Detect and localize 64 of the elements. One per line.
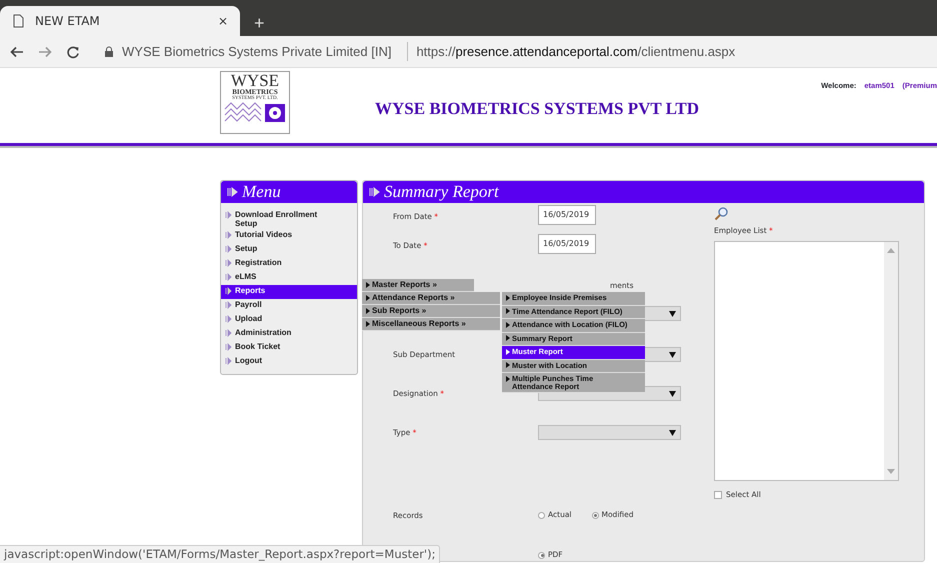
dropdown-arrow-icon	[669, 390, 676, 396]
dropdown-arrow-icon	[669, 430, 676, 436]
bullet-icon	[225, 315, 232, 323]
menu-item[interactable]: Logout	[221, 355, 357, 369]
bullet-icon	[506, 335, 510, 342]
menu-item[interactable]: Upload	[221, 313, 357, 327]
scroll-up-icon[interactable]	[887, 248, 895, 254]
bullet-icon	[227, 186, 238, 198]
menu-item[interactable]: Book Ticket	[221, 341, 357, 355]
new-tab-button[interactable]: +	[254, 14, 265, 32]
lock-icon	[104, 46, 114, 58]
flyout-menu-item[interactable]: Attendance Reports »	[362, 292, 500, 305]
date-field[interactable]: 16/05/2019	[538, 205, 596, 225]
forward-icon[interactable]	[38, 44, 52, 58]
tab-title: NEW ETAM	[35, 13, 101, 30]
date-field[interactable]: 16/05/2019	[538, 234, 596, 254]
url-text: https://presence.attendanceportal.com/clientmenu.aspx	[407, 42, 736, 62]
bullet-icon	[506, 362, 510, 368]
bullet-icon	[225, 357, 232, 365]
menu-item[interactable]: Setup	[221, 243, 357, 257]
bullet-icon	[506, 348, 510, 355]
scroll-down-icon[interactable]	[887, 469, 895, 474]
bullet-icon	[225, 301, 232, 309]
status-url: javascript:openWindow('ETAM/Forms/Master_Report.aspx?report=Muster');	[0, 544, 440, 563]
menu-item[interactable]: Tutorial Videos	[221, 229, 357, 243]
bullet-icon	[225, 245, 232, 253]
menu-item[interactable]: Reports	[221, 285, 357, 299]
menu-item[interactable]: Administration	[221, 327, 357, 341]
dropdown-arrow-icon	[669, 352, 676, 358]
bullet-icon	[225, 343, 232, 351]
menu-item[interactable]: Payroll	[221, 299, 357, 313]
bullet-icon	[506, 294, 510, 301]
bullet-icon	[225, 211, 232, 219]
flyout-menu-item[interactable]: Master Reports »	[362, 279, 474, 292]
page-icon	[12, 14, 25, 28]
bullet-icon	[225, 259, 232, 267]
bullet-icon	[366, 282, 370, 288]
flyout-menu-item[interactable]: Sub Reports »	[362, 305, 500, 318]
close-tab-button[interactable]: ×	[218, 12, 228, 30]
employee-listbox[interactable]	[714, 241, 899, 482]
menu-item[interactable]: Download Enrollment Setup	[221, 209, 357, 229]
menu-item[interactable]: Registration	[221, 257, 357, 271]
search-icon[interactable]	[714, 207, 728, 221]
bullet-icon	[506, 322, 510, 328]
menu-item[interactable]: eLMS	[221, 271, 357, 285]
reload-icon[interactable]	[66, 44, 80, 58]
bullet-icon	[225, 329, 232, 337]
back-icon[interactable]	[10, 44, 24, 58]
browser-tab[interactable]: NEW ETAM ×	[0, 6, 240, 36]
bullet-icon	[366, 308, 370, 314]
bullet-icon	[506, 308, 510, 314]
panel-title: Summary Report	[384, 181, 499, 204]
bullet-icon	[366, 294, 370, 301]
bullet-icon	[225, 273, 232, 281]
bullet-icon	[225, 287, 232, 295]
site-identity: WYSE Biometrics Systems Private Limited [IN]	[122, 42, 392, 61]
bullet-icon	[369, 186, 380, 198]
dropdown-arrow-icon	[669, 310, 676, 316]
bullet-icon	[225, 231, 232, 239]
panel-title: Menu	[242, 181, 281, 204]
company-title: WYSE BIOMETRICS SYSTEMS PVT LTD	[375, 98, 700, 120]
bullet-icon	[506, 376, 510, 382]
bullet-icon	[366, 320, 370, 327]
flyout-menu-item[interactable]: Miscellaneous Reports »	[362, 318, 500, 331]
